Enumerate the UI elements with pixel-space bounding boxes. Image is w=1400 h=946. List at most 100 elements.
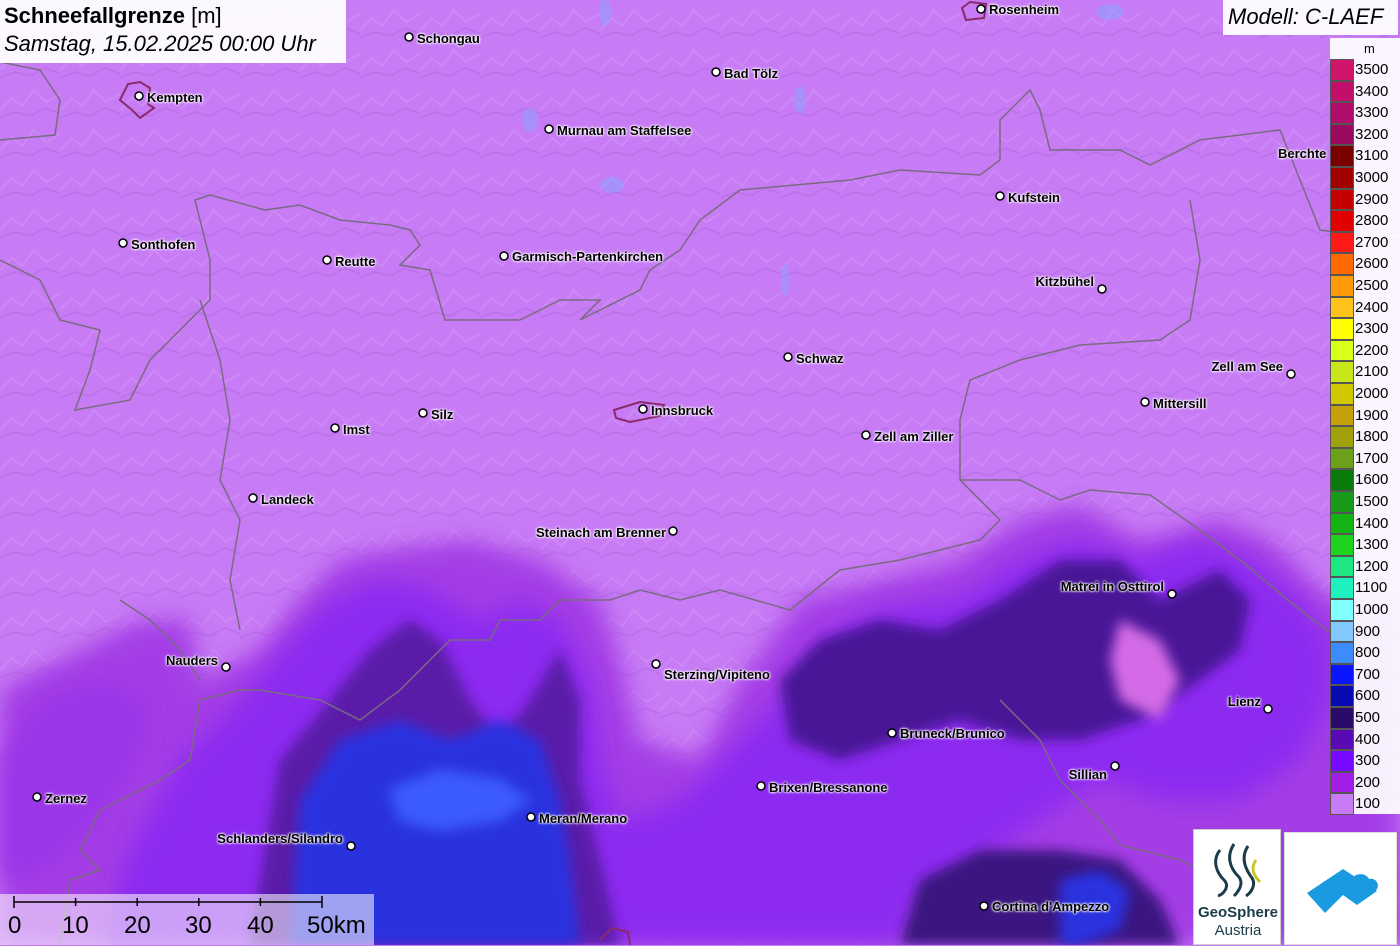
legend-swatch-600	[1330, 685, 1354, 707]
city-marker-zell-am-see	[1286, 369, 1296, 379]
city-label-garmisch-partenkirchen: Garmisch-Partenkirchen	[512, 249, 664, 264]
city-marker-kitzb-hel	[1097, 284, 1107, 294]
city-label-kempten: Kempten	[147, 90, 203, 105]
city-marker-schlanders-silandro	[346, 841, 356, 851]
legend-swatch-800	[1330, 642, 1354, 664]
title-parameter: Schneefallgrenze	[4, 3, 185, 28]
legend-swatch-1800	[1330, 426, 1354, 448]
legend-label-2500: 2500	[1355, 277, 1389, 294]
legend-label-1800: 1800	[1355, 428, 1389, 446]
city-label-lienz: Lienz	[1227, 694, 1261, 709]
legend-swatch-3000	[1330, 167, 1354, 189]
legend-label-1700: 1700	[1355, 449, 1389, 467]
legend-label-2200: 2200	[1355, 341, 1389, 359]
legend-label-1300: 1300	[1355, 536, 1389, 554]
scale-label-10: 10	[62, 912, 89, 939]
legend-swatch-1900	[1330, 404, 1354, 427]
city-marker-sillian	[1110, 761, 1120, 771]
map-title: Schneefallgrenze [m]	[4, 3, 342, 29]
geosphere-emblem-icon	[1214, 843, 1262, 898]
legend-label-2100: 2100	[1355, 363, 1389, 381]
model-label: Modell: C-LAEF	[1223, 0, 1398, 35]
legend-swatch-1200	[1330, 555, 1354, 578]
city-label-sonthofen: Sonthofen	[131, 237, 196, 252]
scale-label-0: 0	[8, 912, 22, 939]
legend-swatch-2400	[1330, 296, 1354, 319]
legend-swatch-700	[1330, 663, 1354, 686]
legend-swatch-3200	[1330, 123, 1354, 146]
legend-label-1400: 1400	[1355, 514, 1389, 532]
city-marker-brixen-bressanone	[756, 781, 766, 791]
city-label-imst: Imst	[343, 422, 370, 437]
city-marker-bad-t-lz	[711, 67, 721, 77]
city-label-brixen-bressanone: Brixen/Bressanone	[769, 780, 888, 795]
legend-swatch-3300	[1330, 102, 1354, 124]
city-marker-sterzing-vipiteno	[651, 659, 661, 669]
city-marker-silz	[418, 408, 428, 418]
city-label-bruneck-brunico: Bruneck/Brunico	[900, 726, 1005, 741]
legend-label-1900: 1900	[1355, 406, 1389, 424]
city-label-schwaz: Schwaz	[796, 351, 844, 366]
city-marker-sonthofen	[118, 238, 128, 248]
map-canvas[interactable]	[0, 0, 1400, 945]
legend-swatch-900	[1330, 620, 1354, 643]
city-label-sterzing-vipiteno: Sterzing/Vipiteno	[664, 667, 770, 682]
legend-swatch-1600	[1330, 469, 1354, 491]
legend-label-2800: 2800	[1355, 212, 1389, 230]
legend-label-700: 700	[1355, 665, 1381, 683]
city-label-kufstein: Kufstein	[1008, 190, 1060, 205]
city-marker-schongau	[404, 32, 414, 42]
legend-swatch-3500	[1330, 59, 1354, 81]
city-label-cortina-d-ampezzo: Cortina d'Ampezzo	[992, 899, 1110, 914]
legend-label-100: 100	[1355, 795, 1381, 813]
scale-label-30: 30	[185, 912, 212, 939]
legend-swatch-3100	[1330, 145, 1354, 167]
city-marker-kufstein	[995, 191, 1005, 201]
city-marker-mittersill	[1140, 397, 1150, 407]
map-title-box: Schneefallgrenze [m] Samstag, 15.02.2025…	[0, 0, 346, 63]
legend-label-3500: 3500	[1355, 61, 1389, 78]
geosphere-country: Austria	[1214, 922, 1262, 939]
city-marker-cortina-d-ampezzo	[979, 901, 989, 911]
color-legend: m 3500 3400 3300 3200 3100 3000 2900 2800 2700 26…	[1330, 38, 1400, 815]
city-label-meran-merano: Meran/Merano	[539, 811, 628, 826]
legend-label-2300: 2300	[1355, 320, 1389, 338]
city-marker-steinach-am-brenner	[668, 526, 678, 536]
city-label-nauders: Nauders	[165, 653, 218, 668]
geosphere-logo[interactable]: GeoSphere Austria	[1193, 829, 1281, 945]
legend-label-1200: 1200	[1355, 557, 1389, 575]
city-label-bad-t-lz: Bad Tölz	[724, 66, 779, 81]
title-unit: [m]	[191, 3, 222, 28]
weather-app-logo[interactable]	[1284, 832, 1397, 945]
city-label-steinach-am-brenner: Steinach am Brenner	[535, 525, 666, 540]
legend-label-1100: 1100	[1355, 579, 1388, 597]
map-date: Samstag, 15.02.2025 00:00 Uhr	[4, 31, 316, 56]
city-label-berchte: Berchte	[1278, 146, 1327, 161]
legend-swatch-1100	[1330, 577, 1354, 599]
legend-label-2900: 2900	[1355, 190, 1389, 208]
legend-swatch-2700	[1330, 231, 1354, 254]
legend-swatch-2500	[1330, 275, 1354, 297]
geosphere-name: GeoSphere	[1197, 904, 1279, 921]
legend-swatch-2200	[1330, 339, 1354, 362]
city-label-zell-am-ziller: Zell am Ziller	[874, 429, 954, 444]
legend-swatch-2800	[1330, 210, 1354, 232]
legend-label-900: 900	[1355, 622, 1381, 640]
legend-swatch-1300	[1330, 534, 1354, 556]
city-label-murnau-am-staffelsee: Murnau am Staffelsee	[557, 123, 692, 138]
legend-label-3400: 3400	[1355, 82, 1389, 100]
city-marker-zell-am-ziller	[861, 430, 871, 440]
legend-label-500: 500	[1355, 709, 1381, 726]
legend-label-2700: 2700	[1355, 233, 1389, 251]
city-label-silz: Silz	[431, 407, 454, 422]
city-marker-meran-merano	[526, 812, 536, 822]
city-marker-rosenheim	[976, 4, 986, 14]
city-marker-reutte	[322, 255, 332, 265]
city-marker-imst	[330, 423, 340, 433]
legend-swatch-1700	[1330, 447, 1354, 470]
legend-swatch-2000	[1330, 383, 1354, 405]
legend-label-400: 400	[1355, 730, 1381, 748]
city-label-reutte: Reutte	[335, 254, 376, 269]
city-marker-garmisch-partenkirchen	[499, 251, 509, 261]
legend-swatch-300	[1330, 750, 1354, 772]
